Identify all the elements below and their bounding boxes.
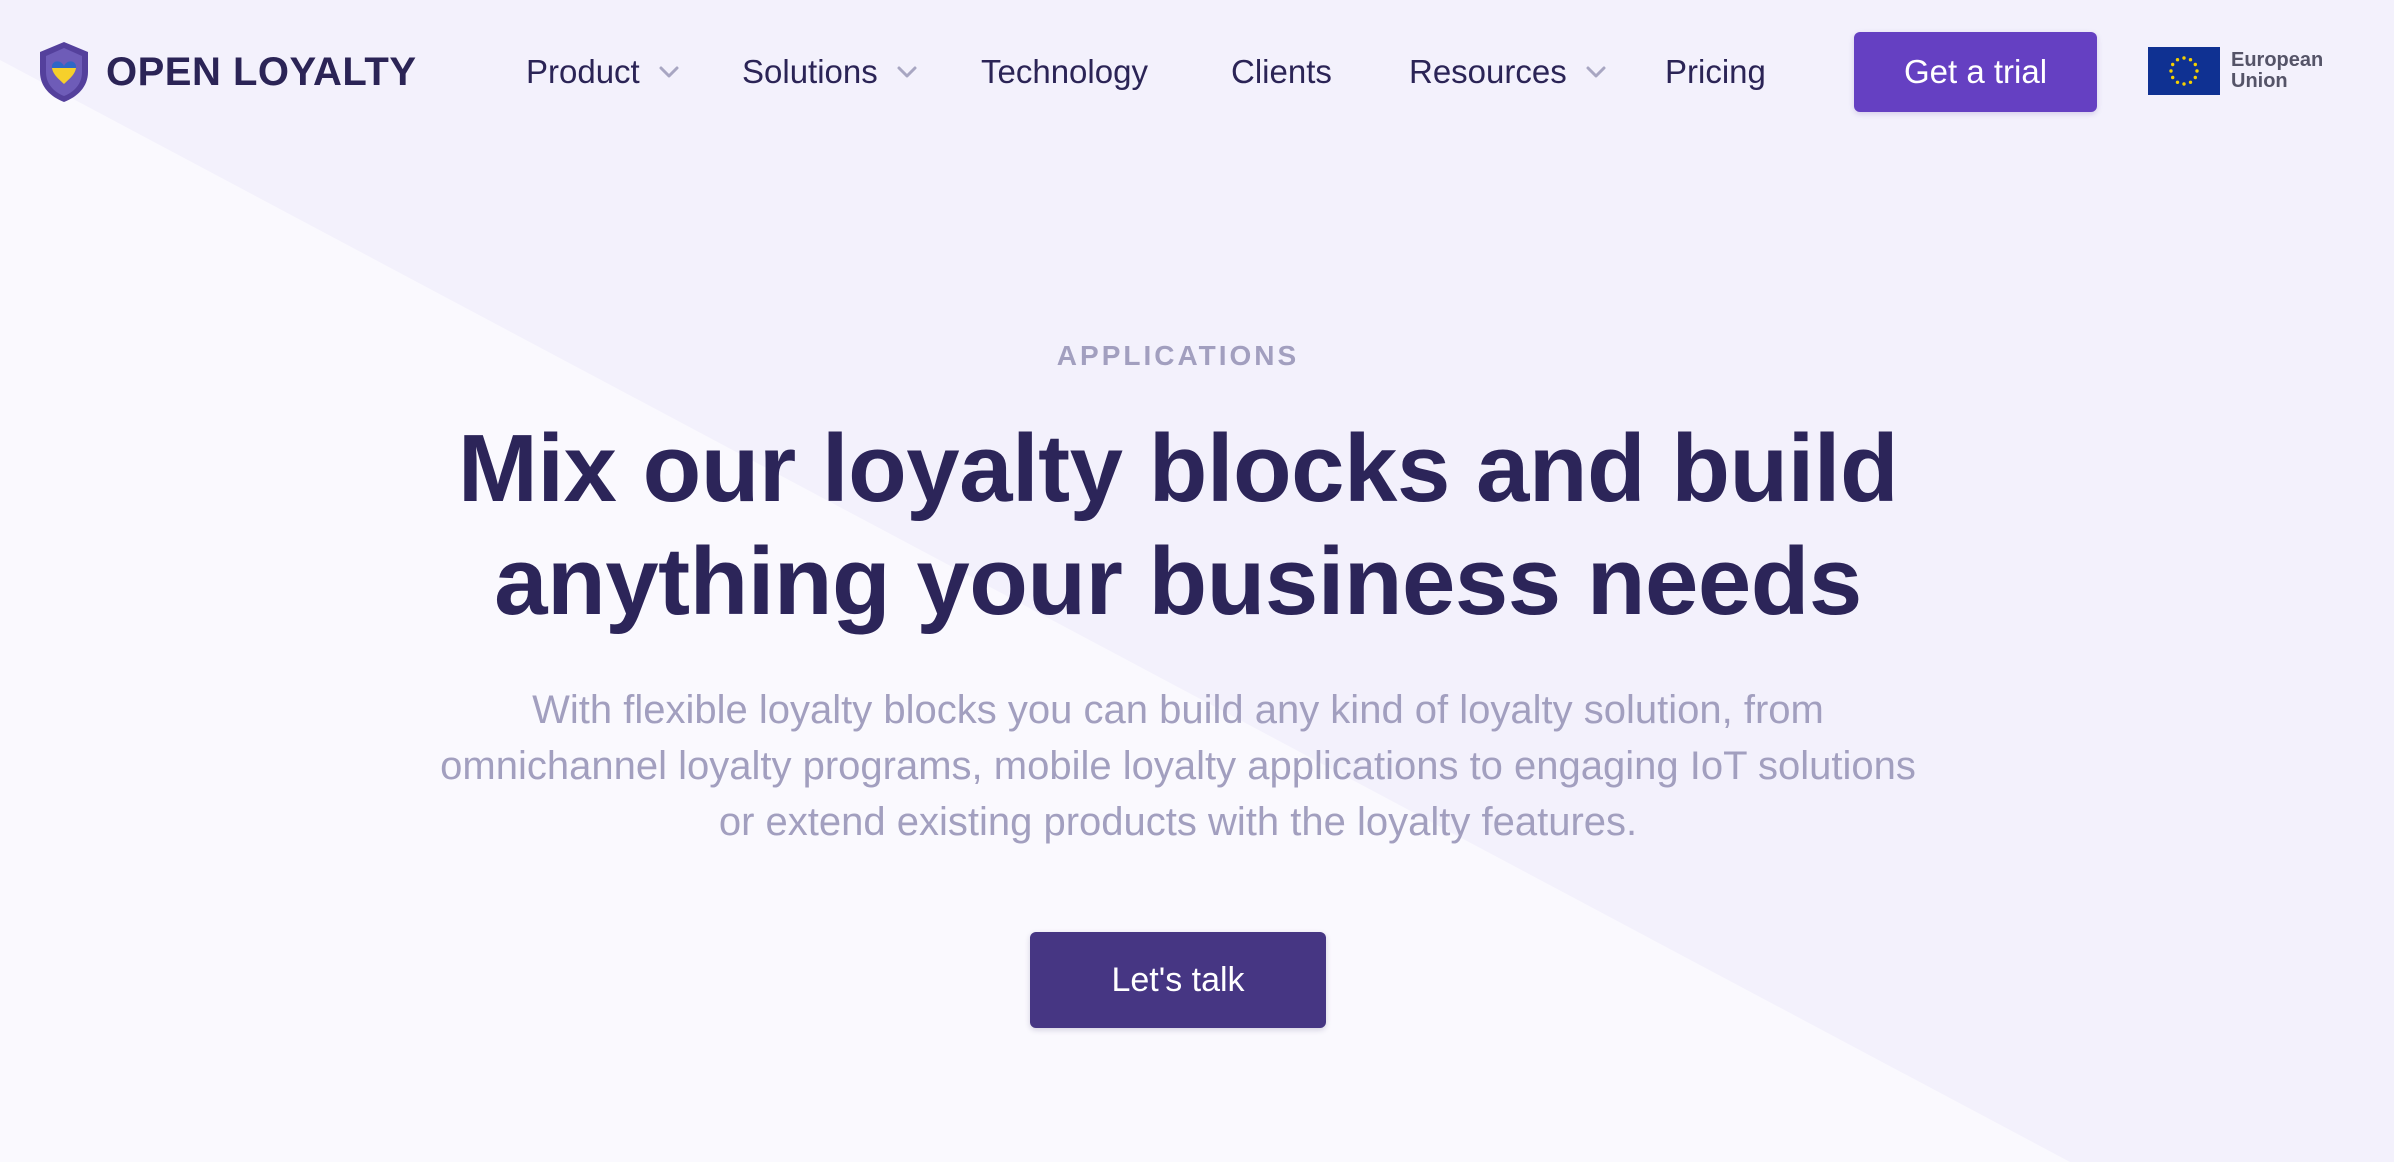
eu-label: European Union	[2231, 50, 2341, 92]
nav-technology[interactable]: Technology	[981, 44, 1148, 100]
hero-description: With flexible loyalty blocks you can bui…	[440, 688, 1916, 844]
chevron-down-icon	[1586, 66, 1606, 78]
nav-resources[interactable]: Resources	[1409, 44, 1607, 100]
brand-name: OPEN LOYALTY	[106, 49, 417, 94]
top-navigation: OPEN LOYALTY Product Solutions Technolog…	[0, 0, 2394, 145]
nav-clients[interactable]: Clients	[1231, 44, 1332, 100]
nav-resources-label: Resources	[1409, 53, 1567, 90]
eu-label-line2: Union	[2231, 70, 2288, 92]
hero-eyebrow: APPLICATIONS	[1056, 340, 1300, 371]
heart-shield-icon	[40, 42, 88, 102]
nav-pricing[interactable]: Pricing	[1665, 44, 1766, 100]
nav-technology-label: Technology	[981, 53, 1148, 90]
chevron-down-icon	[659, 66, 679, 78]
eu-flag-icon	[2148, 47, 2220, 95]
logo-link[interactable]: OPEN LOYALTY	[36, 40, 417, 104]
lets-talk-button[interactable]: Let's talk	[1030, 932, 1326, 1028]
hero-headline-line1: Mix our loyalty blocks and build	[457, 415, 1899, 522]
nav-pricing-label: Pricing	[1665, 53, 1766, 90]
eu-label-line1: European	[2231, 49, 2324, 71]
nav-clients-label: Clients	[1231, 53, 1332, 90]
nav-product[interactable]: Product	[526, 44, 680, 100]
nav-solutions-label: Solutions	[742, 53, 878, 90]
hero-section: APPLICATIONS Mix our loyalty blocks and …	[0, 0, 2394, 1162]
hero-headline: Mix our loyalty blocks and build anythin…	[300, 412, 2056, 638]
get-a-trial-button[interactable]: Get a trial	[1854, 32, 2097, 112]
chevron-down-icon	[897, 66, 917, 78]
nav-solutions[interactable]: Solutions	[742, 44, 918, 100]
nav-product-label: Product	[526, 53, 640, 90]
hero-headline-line2: anything your business needs	[494, 528, 1862, 635]
eu-badge: European Union	[2148, 47, 2341, 95]
